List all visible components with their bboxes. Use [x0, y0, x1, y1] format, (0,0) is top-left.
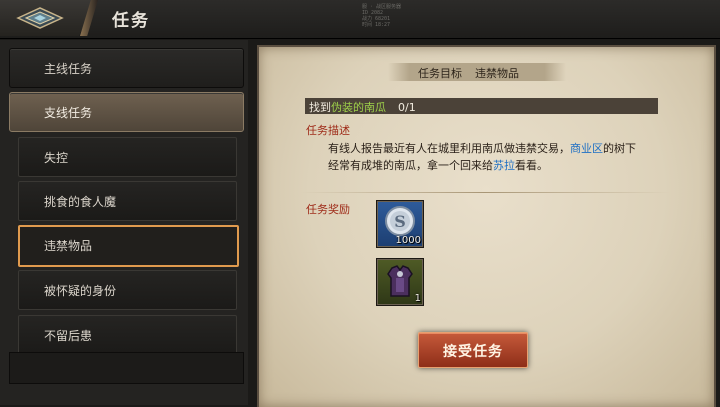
section-divider — [300, 192, 670, 193]
reward-slot[interactable]: S 1000 — [377, 201, 423, 247]
desc-text: 有线人报告最近有人在城里利用南瓜做违禁交易， — [328, 142, 570, 155]
reward-title: 任务奖励 — [306, 203, 350, 216]
reward-slot[interactable]: 1 — [377, 259, 423, 305]
objective-value: 违禁物品 — [475, 67, 519, 80]
accept-quest-button[interactable]: 接受任务 — [418, 332, 528, 368]
quest-item[interactable]: 挑食的食人魔 — [18, 181, 237, 221]
quest-item-label: 被怀疑的身份 — [44, 284, 117, 298]
diamond-emblem-icon — [16, 7, 64, 29]
goal-text: 找到伪装的南瓜 0/1 — [309, 99, 416, 115]
quest-item-selected[interactable]: 违禁物品 — [18, 225, 239, 267]
svg-text:S: S — [394, 212, 406, 231]
goal-target: 伪装的南瓜 — [331, 101, 386, 114]
tab-label: 主线任务 — [44, 62, 93, 76]
header-info: 服 · 战区服务器 ID 2082 战力 68201 时间 18:27 — [362, 4, 401, 28]
reward-quantity: 1 — [414, 293, 421, 304]
quest-item-label: 不留后患 — [44, 329, 93, 343]
tab-main-quests[interactable]: 主线任务 — [9, 48, 244, 88]
back-button[interactable] — [0, 0, 96, 36]
quest-item[interactable]: 失控 — [18, 137, 237, 177]
reward-quantity: 1000 — [395, 235, 421, 246]
quest-item[interactable]: 不留后患 — [18, 315, 237, 355]
goal-prefix: 找到 — [309, 101, 331, 114]
header-info-line: 时间 18:27 — [362, 22, 391, 28]
description-title: 任务描述 — [306, 124, 350, 137]
quest-item-label: 失控 — [44, 151, 69, 165]
tab-side-quests[interactable]: 支线任务 — [9, 92, 244, 132]
accept-quest-label: 接受任务 — [443, 344, 503, 360]
page-title: 任务 — [112, 11, 150, 31]
location-link[interactable]: 商业区 — [570, 142, 603, 155]
top-bar: 任务 服 · 战区服务器 ID 2082 战力 68201 时间 18:27 — [0, 0, 720, 39]
npc-link[interactable]: 苏拉 — [493, 159, 515, 172]
desc-text: 看看。 — [515, 159, 548, 172]
quest-item-label: 挑食的食人魔 — [44, 195, 117, 209]
sidebar-footer — [9, 352, 244, 384]
quest-item[interactable]: 被怀疑的身份 — [18, 270, 237, 310]
objective-label: 任务目标 — [418, 67, 462, 80]
goal-progress: 0/1 — [398, 101, 416, 114]
quest-item-label: 违禁物品 — [44, 239, 93, 253]
quest-description: 有线人报告最近有人在城里利用南瓜做违禁交易，商业区的树下经常有成堆的南瓜，拿一个… — [328, 140, 646, 174]
tab-label: 支线任务 — [44, 106, 93, 120]
